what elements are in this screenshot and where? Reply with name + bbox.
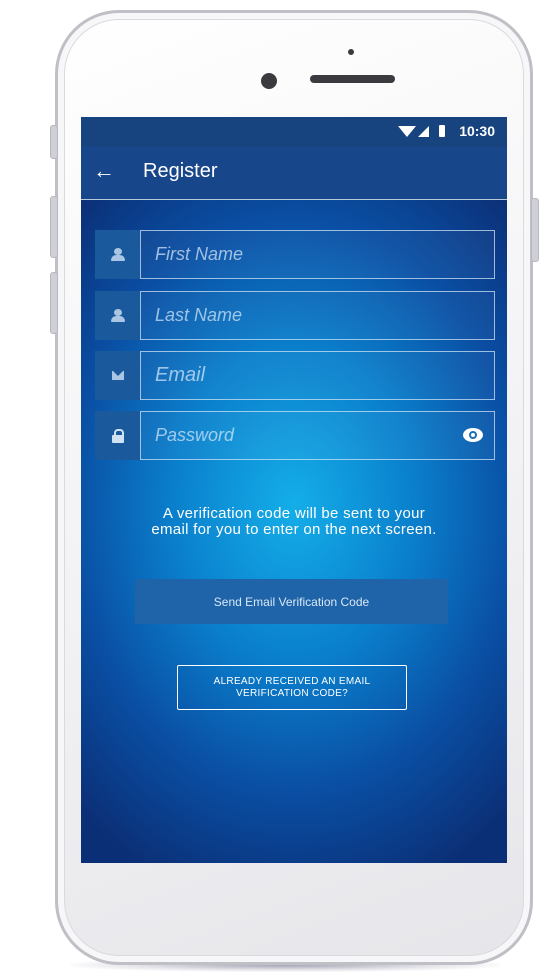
last-name-input[interactable]: Last Name — [140, 291, 495, 340]
side-button-top — [50, 125, 58, 159]
send-verification-code-button[interactable]: Send Email Verification Code — [135, 579, 448, 624]
last-name-placeholder: Last Name — [155, 305, 243, 325]
first-name-field: First Name — [95, 230, 495, 279]
password-placeholder: Password — [155, 425, 235, 445]
lock-icon — [111, 428, 124, 443]
email-placeholder: Email — [155, 364, 206, 386]
verification-info-text: A verification code will be sent to your… — [151, 505, 437, 538]
first-name-placeholder: First Name — [155, 244, 244, 264]
already-received-code-button[interactable]: ALREADY RECEIVED AN EMAIL VERIFICATION C… — [177, 665, 407, 710]
front-camera — [261, 73, 277, 89]
status-time: 10:30 — [459, 123, 495, 139]
app-toolbar: ← Register — [81, 147, 507, 200]
password-input[interactable]: Password — [140, 411, 495, 460]
password-field: Password — [95, 411, 495, 460]
user-icon — [110, 248, 125, 261]
user-icon — [110, 309, 125, 322]
signal-icon — [418, 125, 430, 137]
last-name-field: Last Name — [95, 291, 495, 340]
email-icon-box — [95, 351, 140, 400]
earpiece-speaker — [310, 75, 395, 83]
mail-icon — [111, 371, 124, 380]
app-screen: 10:30 ← Register First Name Last Name Em… — [81, 117, 507, 863]
battery-icon — [439, 125, 446, 137]
proximity-sensor — [348, 49, 354, 55]
wifi-icon — [398, 125, 417, 137]
email-input[interactable]: Email — [140, 351, 495, 400]
last-name-icon-box — [95, 291, 140, 340]
arrow-left-icon[interactable]: ← — [93, 159, 115, 183]
status-bar: 10:30 — [81, 117, 507, 147]
eye-icon[interactable] — [463, 428, 483, 442]
page-title: Register — [143, 160, 218, 182]
volume-down-button — [50, 272, 58, 334]
volume-up-button — [50, 196, 58, 258]
first-name-icon-box — [95, 230, 140, 279]
email-field: Email — [95, 351, 495, 400]
first-name-input[interactable]: First Name — [140, 230, 495, 279]
power-button — [531, 198, 539, 262]
password-icon-box — [95, 411, 140, 460]
